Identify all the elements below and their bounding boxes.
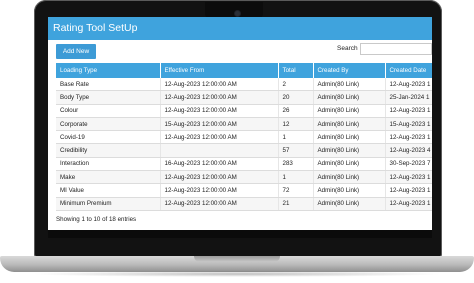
table-row[interactable]: Interaction 16-Aug-2023 12:00:00 AM 283 … (56, 157, 432, 172)
cell-total: 1 (278, 130, 314, 145)
table-row[interactable]: Covid-19 12-Aug-2023 12:00:00 AM 1 Admin… (56, 130, 432, 145)
cell-created-by: Admin(80 Link) (313, 78, 386, 92)
table-row[interactable]: Colour 12-Aug-2023 12:00:00 AM 26 Admin(… (56, 104, 432, 118)
search-input[interactable] (360, 43, 432, 55)
cell-created-date: 12-Aug-2023 1 (385, 130, 432, 145)
cell-created-by: Admin(80 Link) (313, 143, 386, 158)
cell-loading-type: Minimum Premium (56, 197, 161, 211)
rating-table: Loading Type Effective From Total Create… (56, 63, 432, 211)
table-row[interactable]: Base Rate 12-Aug-2023 12:00:00 AM 2 Admi… (56, 78, 432, 92)
column-header-total[interactable]: Total (278, 63, 314, 78)
cell-effective-from: 12-Aug-2023 12:00:00 AM (160, 170, 279, 185)
cell-loading-type: Colour (56, 104, 161, 118)
column-header-effective-from[interactable]: Effective From (160, 63, 279, 78)
screen-bottom-bar (48, 230, 432, 238)
cell-created-date: 30-Sep-2023 7 (385, 157, 432, 172)
cell-created-by: Admin(80 Link) (313, 117, 386, 132)
cell-total: 12 (278, 117, 314, 132)
table-row[interactable]: Body Type 12-Aug-2023 12:00:00 AM 20 Adm… (56, 90, 432, 105)
cell-total: 21 (278, 197, 314, 211)
cell-effective-from: 12-Aug-2023 12:00:00 AM (160, 104, 279, 118)
cell-effective-from (160, 143, 279, 158)
column-header-created-by[interactable]: Created By (313, 63, 386, 78)
search-label: Search (337, 45, 358, 52)
laptop-lid-groove (194, 256, 280, 262)
camera-icon (235, 11, 240, 16)
cell-total: 283 (278, 157, 314, 172)
table-row[interactable]: Make 12-Aug-2023 12:00:00 AM 1 Admin(80 … (56, 170, 432, 185)
cell-loading-type: Base Rate (56, 78, 161, 92)
cell-created-date: 25-Jan-2024 1 (385, 90, 432, 105)
cell-total: 26 (278, 104, 314, 118)
cell-created-date: 12-Aug-2023 1 (385, 197, 432, 211)
cell-total: 57 (278, 143, 314, 158)
screen: Rating Tool SetUp Add New Search Loading… (48, 17, 432, 238)
cell-effective-from: 15-Aug-2023 12:00:00 AM (160, 117, 279, 132)
cell-created-date: 12-Aug-2023 1 (385, 183, 432, 198)
cell-created-by: Admin(80 Link) (313, 157, 386, 172)
cell-effective-from: 12-Aug-2023 12:00:00 AM (160, 183, 279, 198)
cell-created-by: Admin(80 Link) (313, 130, 386, 145)
cell-total: 20 (278, 90, 314, 105)
cell-loading-type: Covid-19 (56, 130, 161, 145)
cell-created-by: Admin(80 Link) (313, 104, 386, 118)
add-new-button[interactable]: Add New (56, 44, 96, 59)
table-row[interactable]: Corporate 15-Aug-2023 12:00:00 AM 12 Adm… (56, 117, 432, 132)
column-header-created-date[interactable]: Created Date (385, 63, 432, 78)
cell-loading-type: MI Value (56, 183, 161, 198)
cell-created-date: 15-Aug-2023 1 (385, 117, 432, 132)
cell-loading-type: Credibility (56, 143, 161, 158)
cell-loading-type: Corporate (56, 117, 161, 132)
cell-effective-from: 12-Aug-2023 12:00:00 AM (160, 197, 279, 211)
cell-created-date: 12-Aug-2023 1 (385, 104, 432, 118)
cell-created-by: Admin(80 Link) (313, 90, 386, 105)
table-row[interactable]: Minimum Premium 12-Aug-2023 12:00:00 AM … (56, 197, 432, 211)
column-header-loading-type[interactable]: Loading Type (56, 63, 161, 78)
cell-created-by: Admin(80 Link) (313, 197, 386, 211)
cell-created-by: Admin(80 Link) (313, 170, 386, 185)
cell-total: 2 (278, 78, 314, 92)
cell-created-date: 12-Aug-2023 4 (385, 143, 432, 158)
cell-created-by: Admin(80 Link) (313, 183, 386, 198)
table-row[interactable]: MI Value 12-Aug-2023 12:00:00 AM 72 Admi… (56, 183, 432, 198)
cell-loading-type: Make (56, 170, 161, 185)
cell-effective-from: 12-Aug-2023 12:00:00 AM (160, 78, 279, 92)
cell-loading-type: Interaction (56, 157, 161, 172)
cell-effective-from: 16-Aug-2023 12:00:00 AM (160, 157, 279, 172)
cell-total: 1 (278, 170, 314, 185)
cell-created-date: 12-Aug-2023 1 (385, 170, 432, 185)
cell-effective-from: 12-Aug-2023 12:00:00 AM (160, 90, 279, 105)
cell-created-date: 12-Aug-2023 1 (385, 78, 432, 92)
cell-total: 72 (278, 183, 314, 198)
table-row[interactable]: Credibility 57 Admin(80 Link) 12-Aug-202… (56, 143, 432, 158)
page-title: Rating Tool SetUp (48, 17, 432, 40)
laptop-shadow (30, 271, 444, 277)
table-info: Showing 1 to 10 of 18 entries (56, 216, 137, 223)
table-header-row: Loading Type Effective From Total Create… (56, 63, 432, 78)
cell-effective-from: 12-Aug-2023 12:00:00 AM (160, 130, 279, 145)
cell-loading-type: Body Type (56, 90, 161, 105)
